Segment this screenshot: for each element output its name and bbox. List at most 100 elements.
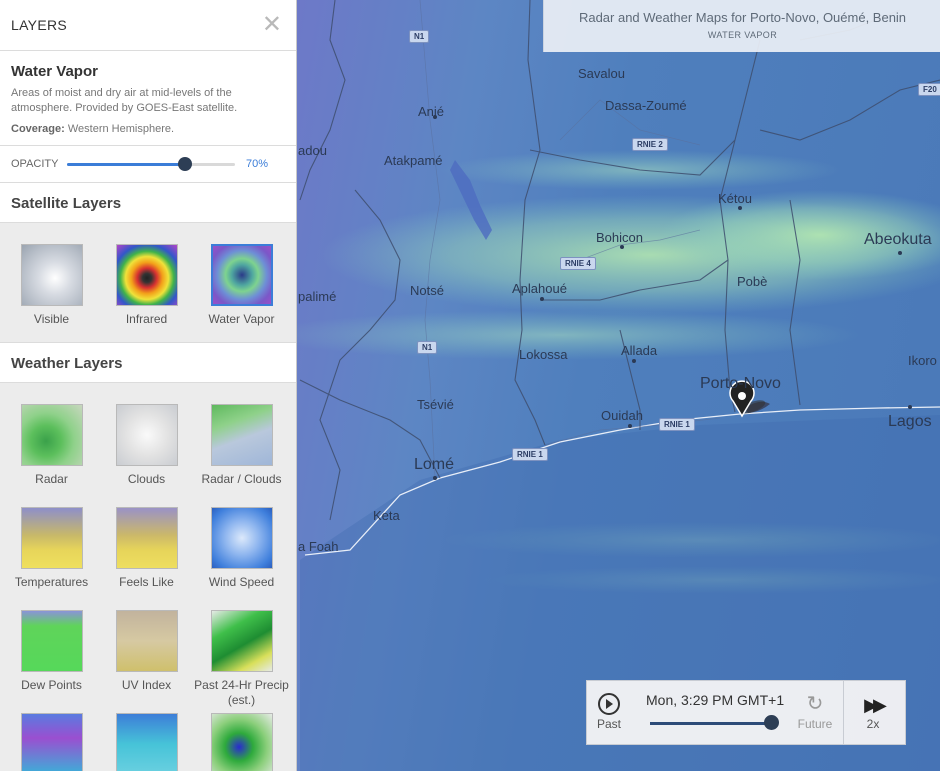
road-badge: N1	[409, 30, 430, 43]
city-dot	[433, 476, 437, 480]
radar-clouds-thumbnail	[210, 404, 273, 466]
layer-thumbnail	[210, 713, 273, 771]
layer-tile-dew-points[interactable]: Dew Points	[4, 599, 99, 702]
layer-tile-feels-like[interactable]: Feels Like	[99, 496, 194, 599]
layer-info: Water Vapor Areas of moist and dry air a…	[0, 51, 296, 146]
place-label: Tsévié	[417, 397, 454, 412]
past-label: Past	[596, 717, 621, 731]
opacity-slider[interactable]	[67, 157, 235, 171]
radar-thumbnail	[20, 404, 83, 466]
layer-label: Clouds	[127, 472, 166, 486]
temperatures-thumbnail	[20, 507, 83, 569]
layer-tile-visible[interactable]: Visible	[4, 233, 99, 336]
place-label: palimé	[298, 289, 337, 304]
place-label: Lokossa	[519, 347, 568, 362]
future-button[interactable]: ↻ Future	[795, 693, 835, 731]
layer-tile-uv-index[interactable]: UV Index	[99, 599, 194, 702]
layer-tile-radar-clouds[interactable]: Radar / Clouds	[194, 393, 289, 496]
opacity-value: 70%	[246, 158, 269, 170]
road-badge: RNIE 2	[632, 138, 668, 151]
place-label: Pobè	[737, 274, 768, 289]
layer-tile-past-24hr-precip[interactable]: Past 24-Hr Precip (est.)	[194, 599, 289, 707]
layer-label: UV Index	[121, 678, 172, 692]
coverage-value: Western Hemisphere.	[67, 123, 175, 135]
section-title: Weather Layers	[11, 355, 123, 372]
speed-button[interactable]: ▶▶ 2x	[853, 695, 893, 731]
road-badge: RNIE 1	[512, 448, 548, 461]
speed-label: 2x	[866, 717, 880, 731]
layer-tile-infrared[interactable]: Infrared	[99, 233, 194, 336]
layer-tile-more-2[interactable]	[99, 702, 194, 771]
road-badge: RNIE 1	[659, 418, 695, 431]
timeline-control: Past Mon, 3:29 PM GMT+1 ↻ Future ▶▶ 2x	[586, 680, 906, 745]
place-label: Porto-Novo	[700, 375, 781, 392]
layer-coverage: Coverage: Western Hemisphere.	[11, 123, 285, 135]
water-vapor-thumbnail	[210, 244, 273, 306]
close-icon[interactable]: ✕	[262, 10, 282, 39]
layer-label: Infrared	[125, 312, 168, 326]
layer-tile-clouds[interactable]: Clouds	[99, 393, 194, 496]
refresh-icon: ↻	[806, 693, 824, 715]
past-button[interactable]: Past	[595, 693, 623, 731]
layer-tile-temperatures[interactable]: Temperatures	[4, 496, 99, 599]
clouds-thumbnail	[115, 404, 178, 466]
map-title-box: Radar and Weather Maps for Porto-Novo, O…	[543, 0, 940, 52]
timeline-slider[interactable]	[650, 722, 772, 725]
place-label: Allada	[621, 343, 658, 358]
road-badge: RNIE 4	[560, 257, 596, 270]
city-dot	[433, 115, 437, 119]
city-dot	[540, 297, 544, 301]
satellite-section-header: Satellite Layers	[0, 183, 296, 223]
layer-tile-more-1[interactable]	[4, 702, 99, 771]
place-label: Lomé	[414, 456, 455, 473]
dew-points-thumbnail	[20, 610, 83, 672]
layer-tile-wind-speed[interactable]: Wind Speed	[194, 496, 289, 599]
place-label: Kétou	[718, 191, 752, 206]
layer-tile-more-3[interactable]	[194, 702, 289, 771]
road-badge: F20	[918, 83, 940, 96]
panel-header: LAYERS ✕	[0, 0, 296, 51]
map-subtitle: WATER VAPOR	[707, 30, 778, 40]
layer-label: Radar	[35, 472, 68, 486]
city-dot	[620, 245, 624, 249]
place-label: Ouidah	[601, 408, 643, 423]
city-dot	[632, 359, 636, 363]
place-label: Atakpamé	[384, 153, 443, 168]
place-label: Bohicon	[596, 230, 643, 245]
layer-label: Feels Like	[119, 575, 174, 589]
city-dot	[628, 424, 632, 428]
place-label: Dassa-Zoumé	[605, 98, 687, 113]
opacity-slider-fill	[67, 163, 185, 166]
play-icon	[598, 693, 620, 715]
visible-thumbnail	[20, 244, 83, 306]
section-title: Satellite Layers	[11, 195, 122, 212]
place-label: Notsé	[410, 283, 444, 298]
panel-title: LAYERS	[11, 17, 68, 33]
opacity-control: OPACITY 70%	[0, 146, 296, 183]
feels-like-thumbnail	[115, 507, 178, 569]
city-dot	[898, 251, 902, 255]
infrared-thumbnail	[115, 244, 178, 306]
road-badge: N1	[417, 341, 438, 354]
place-label: Aplahoué	[512, 281, 567, 296]
current-time: Mon, 3:29 PM GMT+1	[646, 692, 785, 708]
place-label: a Foah	[298, 539, 339, 554]
layer-tile-water-vapor[interactable]: Water Vapor	[194, 233, 289, 336]
layer-thumbnail	[20, 713, 83, 771]
wind-speed-thumbnail	[210, 507, 273, 569]
opacity-slider-handle[interactable]	[177, 157, 192, 171]
fast-forward-icon: ▶▶	[864, 695, 887, 715]
layer-tile-radar[interactable]: Radar	[4, 393, 99, 496]
layer-name: Water Vapor	[11, 63, 98, 80]
place-label: Abeokuta	[864, 231, 932, 248]
layers-panel: LAYERS ✕ Water Vapor Areas of moist and …	[0, 0, 297, 771]
place-label: Savalou	[578, 66, 625, 81]
layer-label: Dew Points	[21, 678, 82, 692]
layer-label: Radar / Clouds	[201, 472, 282, 486]
timeline-slider-handle[interactable]	[764, 715, 779, 730]
place-label: Anié	[418, 104, 445, 119]
satellite-layer-grid: Visible Infrared Water Vapor	[0, 223, 296, 342]
city-dot	[908, 405, 912, 409]
place-label: Lagos	[888, 413, 932, 430]
place-label: adou	[298, 143, 327, 158]
